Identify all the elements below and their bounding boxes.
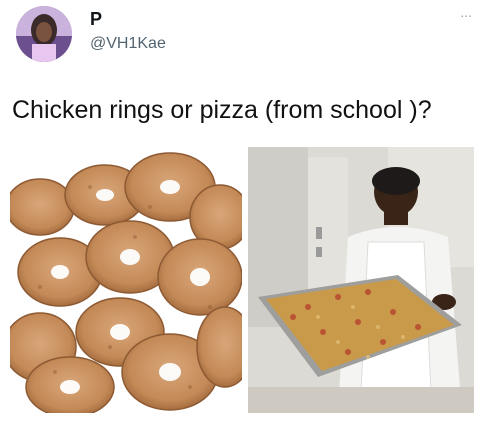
chicken-rings-photo[interactable]: [10, 147, 242, 413]
tweet-text: Chicken rings or pizza (from school )?: [12, 96, 432, 124]
profile-avatar[interactable]: [16, 6, 72, 62]
user-handle[interactable]: @VH1Kae: [90, 35, 166, 53]
tweet-card: P @VH1Kae ... Chicken rings or pizza (fr…: [0, 0, 484, 422]
school-pizza-photo[interactable]: [248, 147, 474, 413]
display-name[interactable]: P: [90, 9, 102, 30]
more-options-icon[interactable]: ...: [460, 4, 472, 20]
